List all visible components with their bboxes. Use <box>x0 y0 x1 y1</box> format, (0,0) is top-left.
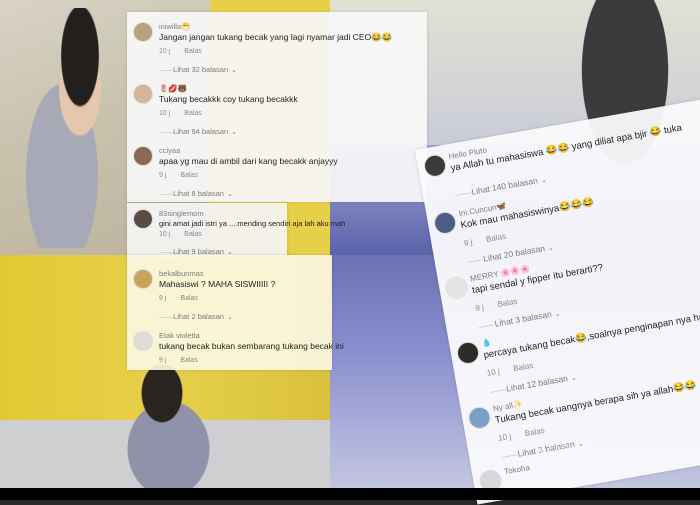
comment-username[interactable]: cciyaa <box>159 146 180 155</box>
comment-meta: 9 j Balas <box>475 297 518 313</box>
comment-time: 9 j <box>474 302 485 313</box>
comment-meta: 9 j Balas <box>159 172 198 179</box>
comment-panel-b: 83singlemom gini amat jadi istri ya ....… <box>127 203 345 258</box>
view-replies-link[interactable]: Lihat 94 balasan⌄ <box>159 127 237 136</box>
comment-time: 10 j <box>159 48 171 55</box>
chevron-down-icon: ⌄ <box>540 176 548 185</box>
view-replies-label: Lihat 20 balasan <box>482 243 546 264</box>
comment-time: 10 j <box>159 231 171 238</box>
comment-time: 9 j <box>463 237 474 248</box>
comment-panel-a: iniwilla😷 Jangan jangan tukang becak yan… <box>127 12 427 202</box>
comment-text: Mahasiswi ? MAHA SISWIIIII ? <box>159 279 276 289</box>
avatar[interactable] <box>133 331 153 351</box>
comment-meta: 10 j Balas <box>486 361 534 378</box>
view-replies-label: Lihat 2 balasan <box>173 312 224 321</box>
comment-panel-c: bekalbunmas Mahasiswi ? MAHA SISWIIIII ?… <box>127 255 344 370</box>
avatar[interactable] <box>133 146 153 166</box>
chevron-down-icon: ⌄ <box>226 314 233 321</box>
reply-button[interactable]: Balas <box>184 231 202 238</box>
comment-text: Jangan jangan tukang becak yang lagi nya… <box>159 32 393 42</box>
avatar[interactable] <box>133 269 153 289</box>
view-replies-label: Lihat 94 balasan <box>173 127 229 136</box>
reply-button[interactable]: Balas <box>485 232 506 244</box>
bottom-bar <box>0 488 700 500</box>
comment-meta: 9 j Balas <box>159 357 198 364</box>
reply-button[interactable]: Balas <box>513 361 534 373</box>
reply-button[interactable]: Balas <box>180 295 198 302</box>
comment-time: 9 j <box>159 295 167 302</box>
comment-meta: 10 j Balas <box>498 426 546 443</box>
chevron-down-icon: ⌄ <box>570 374 578 383</box>
comment-text: tukang becak bukan sembarang tukang beca… <box>159 341 344 351</box>
view-replies-link[interactable]: Lihat 3 balasan⌄ <box>478 307 561 331</box>
avatar[interactable] <box>133 209 153 229</box>
comment-meta: 10 j Balas <box>159 110 202 117</box>
view-replies-label: Lihat 140 balasan <box>470 175 539 197</box>
reply-button[interactable]: Balas <box>497 297 518 309</box>
comment-meta: 10 j Balas <box>159 48 202 55</box>
comment-meta: 9 j Balas <box>463 232 506 248</box>
reply-button[interactable]: Balas <box>184 48 202 55</box>
avatar[interactable] <box>443 275 470 301</box>
comment-username[interactable]: Etak violetta <box>159 331 200 340</box>
comment-text: apaa yg mau di ambil dari kang becakk an… <box>159 156 338 166</box>
avatar[interactable] <box>455 340 481 366</box>
comment: MERRY 🌸🌸🌸 tapi sendal y fipper itu berar… <box>438 223 700 329</box>
comment: Ny all✨ Tukang becak uangnya berapa sih … <box>461 353 700 459</box>
comment-username[interactable]: bekalbunmas <box>159 269 204 278</box>
comment-meta: 9 j Balas <box>159 295 198 302</box>
comment-text: gini amat jadi istri ya ....mending send… <box>159 219 346 228</box>
reply-button[interactable]: Balas <box>180 357 198 364</box>
comment-time: 9 j <box>159 172 167 179</box>
chevron-down-icon: ⌄ <box>231 67 238 74</box>
view-replies-link[interactable]: Lihat 140 balasan⌄ <box>455 174 548 200</box>
view-replies-label: Lihat 32 balasan <box>173 65 229 74</box>
view-replies-label: Lihat 12 balasan <box>505 373 569 394</box>
comment-time: 9 j <box>159 357 167 364</box>
reply-button[interactable]: Balas <box>524 426 545 438</box>
chevron-down-icon: ⌄ <box>226 191 233 198</box>
comment-text: Tukang becakkk coy tukang becakkk <box>159 94 298 104</box>
chevron-down-icon: ⌄ <box>554 310 562 319</box>
view-replies-link[interactable]: Lihat 20 balasan⌄ <box>466 241 554 266</box>
girl-figure-2 <box>110 365 240 500</box>
comment-time: 10 j <box>159 110 171 117</box>
chevron-down-icon: ⌄ <box>231 129 238 136</box>
comment-username[interactable]: iniwilla😷 <box>159 22 190 31</box>
reply-button[interactable]: Balas <box>180 172 198 179</box>
girl-figure <box>8 8 128 248</box>
view-replies-link[interactable]: Lihat 8 balasan⌄ <box>159 189 233 198</box>
comment-time: 10 j <box>497 431 512 443</box>
view-replies-label: Lihat 8 balasan <box>173 189 224 198</box>
comment: 💧 percaya tukang becak😂,soalnya penginap… <box>449 288 700 394</box>
comment-username[interactable]: 💧 <box>481 338 492 349</box>
view-replies-link[interactable]: Lihat 32 balasan⌄ <box>159 65 237 74</box>
view-replies-label: Lihat 3 balasan <box>493 308 553 329</box>
avatar[interactable] <box>133 84 153 104</box>
avatar[interactable] <box>432 210 458 236</box>
comment-time: 10 j <box>486 366 501 378</box>
avatar[interactable] <box>133 22 153 42</box>
avatar[interactable] <box>466 405 493 431</box>
chevron-down-icon: ⌄ <box>547 244 555 253</box>
view-replies-link[interactable]: Lihat 2 balasan⌄ <box>159 312 233 321</box>
comment-username[interactable]: Tokoha <box>503 463 530 476</box>
reply-button[interactable]: Balas <box>184 110 202 117</box>
avatar[interactable] <box>422 153 448 179</box>
comment-meta: 10 j Balas <box>159 231 202 238</box>
comment-username[interactable]: 83singlemom <box>159 209 204 218</box>
comment-username[interactable]: 🌷💋🐻 <box>159 84 187 93</box>
